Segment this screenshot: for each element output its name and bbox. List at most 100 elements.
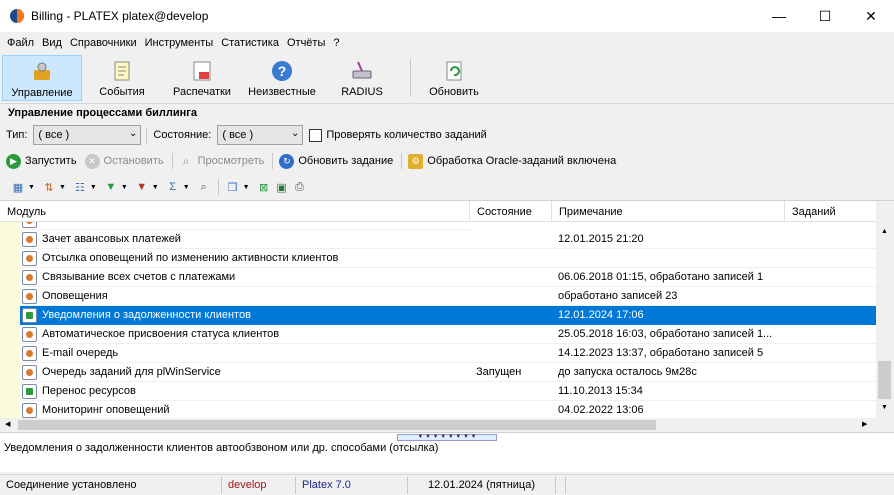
table-row[interactable]: Перенос ресурсов 11.10.2013 15:34 [20, 382, 876, 401]
column-header-module[interactable]: Модуль [0, 201, 470, 222]
scroll-up-icon[interactable]: ▲ [881, 228, 888, 235]
status-bar: Соединение установлено develop Platex 7.… [0, 474, 894, 495]
state-select[interactable]: ( все ) ⌄ [217, 125, 304, 145]
main-toolbar: Управление События Распечатки ? Неизвест… [0, 55, 894, 101]
table-row[interactable]: Отсылка оповещений по изменению активнос… [20, 249, 876, 268]
row-state-cell [470, 287, 552, 306]
toolbar-radius-label: RADIUS [341, 86, 383, 98]
filter-icon[interactable]: ▼ [103, 179, 119, 195]
dropdown-arrow-icon[interactable]: ▼ [183, 184, 190, 191]
table-row[interactable]: Связывание всех счетов с платежами 06.06.… [20, 268, 876, 287]
sum-icon[interactable]: Σ [165, 179, 181, 195]
magnifier-icon: ⌕ [182, 153, 190, 168]
dropdown-arrow-icon[interactable]: ▼ [243, 184, 250, 191]
vertical-scrollbar[interactable]: ▲ ▼ [876, 201, 894, 419]
excel-export-icon[interactable]: ⊠ [256, 179, 272, 195]
dropdown-arrow-icon[interactable]: ▼ [90, 184, 97, 191]
menu-file[interactable]: Файл [3, 37, 38, 49]
table-row[interactable]: Зачет авансовых платежей 12.01.2015 21:20 [20, 230, 876, 249]
dropdown-arrow-icon[interactable]: ▼ [59, 184, 66, 191]
chevron-down-icon: ⌄ [129, 128, 138, 139]
module-gear-icon [22, 232, 37, 247]
sort-icon[interactable]: ⇅ [41, 179, 57, 195]
modules-grid: Модуль Состояние Примечание Заданий Заче… [0, 200, 894, 419]
start-button[interactable]: ▶ Запустить [6, 153, 77, 169]
table-row[interactable]: E-mail очередь 14.12.2023 13:37, обработа… [20, 344, 876, 363]
dropdown-arrow-icon[interactable]: ▼ [28, 184, 35, 191]
table-row[interactable]: Очередь заданий для plWinService Запущен д… [20, 363, 876, 382]
menu-view[interactable]: Вид [38, 37, 66, 49]
module-gear-icon [22, 346, 37, 361]
view-label: Просмотреть [197, 155, 265, 167]
action-separator [272, 153, 274, 169]
scroll-left-icon[interactable]: ◀ [5, 420, 10, 428]
row-count-cell [785, 382, 876, 401]
radius-icon [350, 59, 374, 83]
type-select[interactable]: ( все ) ⌄ [33, 125, 142, 145]
start-label: Запустить [25, 155, 77, 167]
column-header-state[interactable]: Состояние [470, 201, 552, 222]
vertical-scroll-thumb[interactable] [878, 361, 891, 399]
menu-help[interactable]: ? [329, 37, 343, 49]
dropdown-arrow-icon[interactable]: ▼ [152, 184, 159, 191]
stop-button[interactable]: ✕ Остановить [84, 153, 164, 169]
grid-rows: Зачет авансовых платежей 12.01.2015 21:20… [0, 222, 876, 419]
action-bar: ▶ Запустить ✕ Остановить ⌕ Просмотреть ↻… [0, 150, 894, 172]
save-icon[interactable]: ▣ [274, 179, 290, 195]
table-row[interactable]: Уведомления о задолженности клиентов 12.0… [20, 306, 876, 325]
group-icon[interactable]: ☷ [72, 179, 88, 195]
toolbar-events-button[interactable]: События [82, 55, 162, 101]
row-module-cell: Уведомления о задолженности клиентов [20, 306, 470, 325]
columns-icon[interactable]: ▦ [10, 179, 26, 195]
toolbar-manage-button[interactable]: Управление [2, 55, 82, 101]
status-db: develop [222, 476, 296, 494]
row-module-cell: Оповещения [20, 287, 470, 306]
table-row[interactable]: Автоматическое присвоения статуса клиент… [20, 325, 876, 344]
copy-icon[interactable]: ❐ [225, 179, 241, 195]
table-row[interactable]: Мониторинг оповещений 04.02.2022 13:06 [20, 401, 876, 419]
refresh-task-button[interactable]: ↻ Обновить задание [279, 153, 394, 169]
menu-reports[interactable]: Отчёты [283, 37, 329, 49]
checkbox-box[interactable] [309, 128, 323, 142]
oracle-toggle-button[interactable]: ⚙ Обработка Oracle-заданий включена [408, 153, 617, 169]
scroll-right-icon[interactable]: ▶ [862, 420, 867, 428]
toolbar-unknown-button[interactable]: ? Неизвестные [242, 55, 322, 101]
state-select-value: ( все ) [222, 129, 254, 141]
horizontal-scrollbar[interactable]: ◀ ▶ [0, 418, 894, 432]
table-row[interactable] [20, 222, 876, 230]
section-title: Управление процессами биллинга [0, 103, 894, 121]
row-count-cell [785, 268, 876, 287]
toolbar-printouts-button[interactable]: Распечатки [162, 55, 242, 101]
row-module-cell: Очередь заданий для plWinService [20, 363, 470, 382]
horizontal-scroll-thumb[interactable] [18, 420, 656, 430]
menu-statistics[interactable]: Статистика [217, 37, 283, 49]
toolbar-refresh-button[interactable]: Обновить [419, 55, 489, 101]
column-header-count[interactable]: Заданий [785, 201, 876, 222]
dropdown-arrow-icon[interactable]: ▼ [121, 184, 128, 191]
oracle-label: Обработка Oracle-заданий включена [427, 155, 617, 167]
close-button[interactable]: ✕ [848, 0, 894, 32]
state-label: Состояние: [153, 129, 212, 141]
scroll-down-icon[interactable]: ▼ [881, 404, 888, 411]
minimize-button[interactable]: — [756, 0, 802, 32]
table-row[interactable]: Оповещения обработано записей 23 [20, 287, 876, 306]
splitter-handle[interactable]: ▼ ▼ ▼ ▼ ▼ ▼ ▼ ▼ [397, 434, 497, 441]
status-empty [556, 476, 566, 494]
icon-separator [217, 179, 219, 195]
filter-clear-icon[interactable]: ▼ [134, 179, 150, 195]
find-icon[interactable]: ⌕ [196, 179, 212, 195]
oracle-icon: ⚙ [408, 153, 424, 169]
row-count-cell [785, 325, 876, 344]
manage-icon [30, 60, 54, 84]
view-button[interactable]: ⌕ Просмотреть [179, 154, 265, 169]
toolbar-radius-button[interactable]: RADIUS [322, 55, 402, 101]
column-header-note[interactable]: Примечание [552, 201, 785, 222]
maximize-button[interactable]: ☐ [802, 0, 848, 32]
check-count-checkbox[interactable]: Проверять количество заданий [309, 128, 487, 142]
refresh-task-label: Обновить задание [298, 155, 394, 167]
menu-directories[interactable]: Справочники [66, 37, 141, 49]
menu-tools[interactable]: Инструменты [141, 37, 218, 49]
row-module-cell: Зачет авансовых платежей [20, 230, 470, 249]
row-state-cell [470, 268, 552, 287]
print-icon[interactable]: ⎙ [292, 179, 308, 195]
